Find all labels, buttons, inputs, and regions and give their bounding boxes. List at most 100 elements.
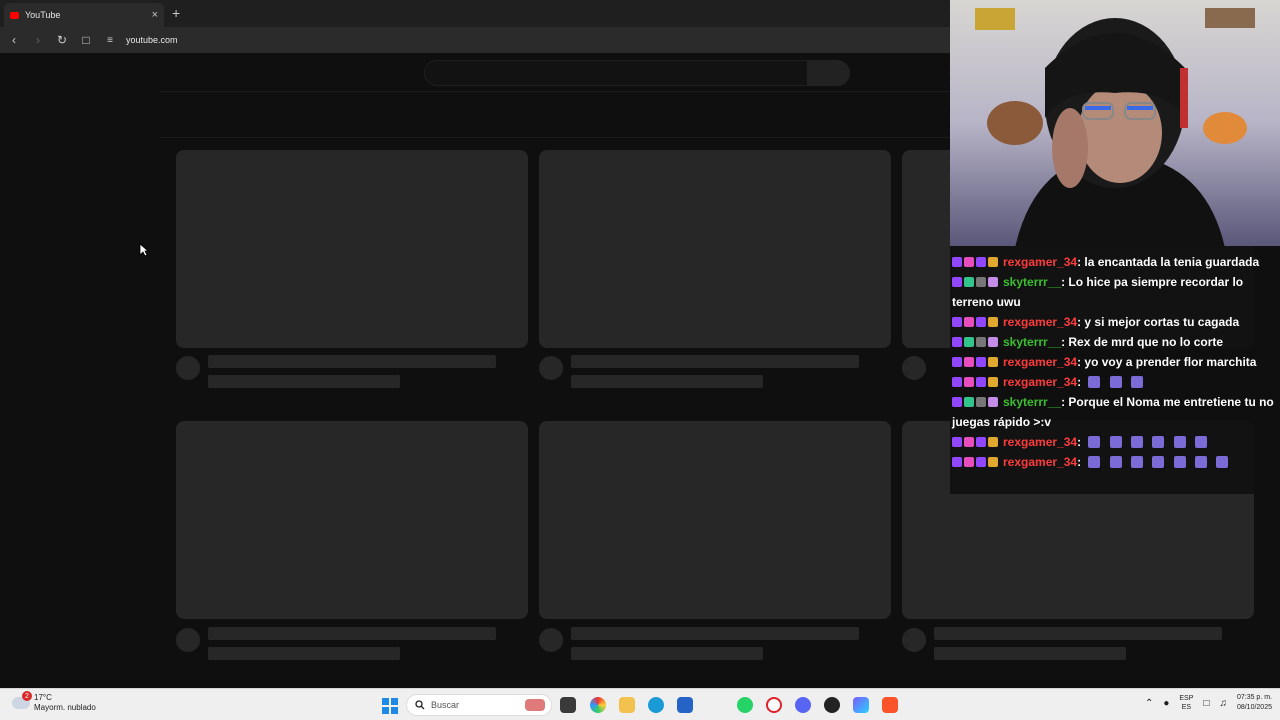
chevron-up-icon[interactable]: ⌃ <box>1145 698 1153 709</box>
user-badges <box>952 392 1000 412</box>
windows-taskbar: 2 17°C Mayorm. nublado Buscar ⌃ ● ESP ES… <box>0 688 1280 720</box>
chat-username: rexgamer_34 <box>1003 355 1078 369</box>
opera-icon[interactable] <box>766 697 782 713</box>
channel-avatar-placeholder <box>176 356 200 380</box>
title-placeholder <box>208 355 496 368</box>
video-thumbnail-placeholder[interactable] <box>539 150 891 348</box>
tab-title: YouTube <box>25 10 61 20</box>
emote-icon <box>1131 456 1144 468</box>
discord-icon[interactable] <box>795 697 811 713</box>
chat-text: : <box>1077 455 1082 469</box>
emote-icon <box>1131 376 1144 388</box>
chat-message: rexgamer_34: <box>952 432 1280 452</box>
chat-username: skyterrr__ <box>1003 335 1062 349</box>
chat-username: skyterrr__ <box>1003 275 1062 289</box>
taskbar-search-input[interactable]: Buscar <box>406 694 552 716</box>
url-field[interactable]: youtube.com <box>126 35 178 45</box>
obs-icon[interactable] <box>824 697 840 713</box>
site-info-icon[interactable]: ≡ <box>100 30 120 50</box>
brave-icon[interactable] <box>882 697 898 713</box>
language-indicator[interactable]: ESP ES <box>1179 694 1193 712</box>
chips-divider <box>160 137 950 138</box>
language-code: ESP <box>1179 695 1194 702</box>
chat-message: skyterrr__: Rex de mrd que no lo corte <box>952 332 1280 352</box>
video-thumbnail-placeholder[interactable] <box>176 150 528 348</box>
microphone-icon[interactable]: ● <box>1163 698 1169 709</box>
chat-message: rexgamer_34: la encantada la tenia guard… <box>952 252 1280 272</box>
channel-avatar-placeholder <box>902 356 926 380</box>
tab-close-icon[interactable]: × <box>152 9 158 21</box>
chat-message: rexgamer_34: yo voy a prender flor march… <box>952 352 1280 372</box>
video-thumbnail-placeholder[interactable] <box>176 421 528 619</box>
meta-placeholder <box>934 647 1126 660</box>
mouse-cursor-icon <box>139 243 149 257</box>
user-badges <box>952 312 1000 332</box>
new-tab-button[interactable]: + <box>172 5 180 21</box>
youtube-search-input[interactable] <box>424 60 808 86</box>
emote-icon <box>1109 436 1122 448</box>
chat-text: : <box>1077 375 1082 389</box>
user-badges <box>952 352 1000 372</box>
chat-username: rexgamer_34 <box>1003 315 1078 329</box>
chat-message: skyterrr__: Lo hice pa siempre recordar … <box>952 272 1280 312</box>
cloud-icon: 2 <box>12 691 32 709</box>
store-icon[interactable] <box>677 697 693 713</box>
search-highlight-icon <box>525 699 545 711</box>
chat-text: : la encantada la tenia guardada <box>1077 255 1260 269</box>
file-explorer-icon[interactable] <box>619 697 635 713</box>
emote-icon <box>1173 436 1186 448</box>
network-icon[interactable]: □ <box>1203 698 1209 709</box>
clock-time: 07:35 p. m. <box>1236 694 1272 701</box>
system-tray: ⌃ ● ESP ES □ ♫ 07:35 p. m. 08/10/2025 <box>1145 693 1272 713</box>
youtube-favicon-icon <box>10 11 19 19</box>
emote-icon <box>1152 456 1165 468</box>
back-icon[interactable]: ‹ <box>4 30 24 50</box>
clock[interactable]: 07:35 p. m. 08/10/2025 <box>1237 693 1272 713</box>
notification-badge: 2 <box>22 691 32 701</box>
chat-username: rexgamer_34 <box>1003 435 1078 449</box>
chat-text: : <box>1077 435 1082 449</box>
chat-text: : Rex de mrd que no lo corte <box>1061 335 1224 349</box>
emote-icon <box>1131 436 1144 448</box>
copilot-icon[interactable] <box>590 697 606 713</box>
forward-icon[interactable]: › <box>28 30 48 50</box>
chat-username: rexgamer_34 <box>1003 455 1078 469</box>
channel-avatar-placeholder <box>176 628 200 652</box>
weather-temp: 17°C <box>34 693 52 702</box>
screen: YouTube × + ‹ › ↻ □ ≡ youtube.com rexgam… <box>0 0 1280 720</box>
windows-start-icon[interactable] <box>382 698 398 714</box>
terminal-icon[interactable] <box>560 697 576 713</box>
reload-icon[interactable]: ↻ <box>52 30 72 50</box>
bookmark-icon[interactable]: □ <box>76 30 96 50</box>
weather-widget[interactable]: 2 17°C Mayorm. nublado <box>12 691 96 713</box>
user-badges <box>952 272 1000 292</box>
emote-icon <box>1152 436 1165 448</box>
chat-message: rexgamer_34: <box>952 372 1280 392</box>
video-thumbnail-placeholder[interactable] <box>539 421 891 619</box>
user-badges <box>952 372 1000 392</box>
channel-avatar-placeholder <box>902 628 926 652</box>
volume-icon[interactable]: ♫ <box>1219 698 1227 709</box>
emote-icon <box>1195 436 1208 448</box>
emote-icon <box>1195 456 1208 468</box>
whatsapp-icon[interactable] <box>737 697 753 713</box>
chat-username: rexgamer_34 <box>1003 375 1078 389</box>
emote-icon <box>1109 456 1122 468</box>
streamer-image <box>975 8 1255 246</box>
tab-youtube[interactable]: YouTube × <box>4 3 164 27</box>
title-placeholder <box>571 355 859 368</box>
youtube-search-button[interactable] <box>807 60 850 86</box>
channel-avatar-placeholder <box>539 356 563 380</box>
header-divider <box>160 91 950 92</box>
keyboard-code: ES <box>1181 704 1192 711</box>
app-icon[interactable] <box>853 697 869 713</box>
title-placeholder <box>208 627 496 640</box>
emote-icon <box>1088 456 1101 468</box>
user-badges <box>952 452 1000 472</box>
user-badges <box>952 432 1000 452</box>
search-placeholder: Buscar <box>431 700 460 710</box>
edge-icon[interactable] <box>648 697 664 713</box>
emote-icon <box>1088 376 1101 388</box>
chat-username: rexgamer_34 <box>1003 255 1078 269</box>
title-placeholder <box>934 627 1222 640</box>
